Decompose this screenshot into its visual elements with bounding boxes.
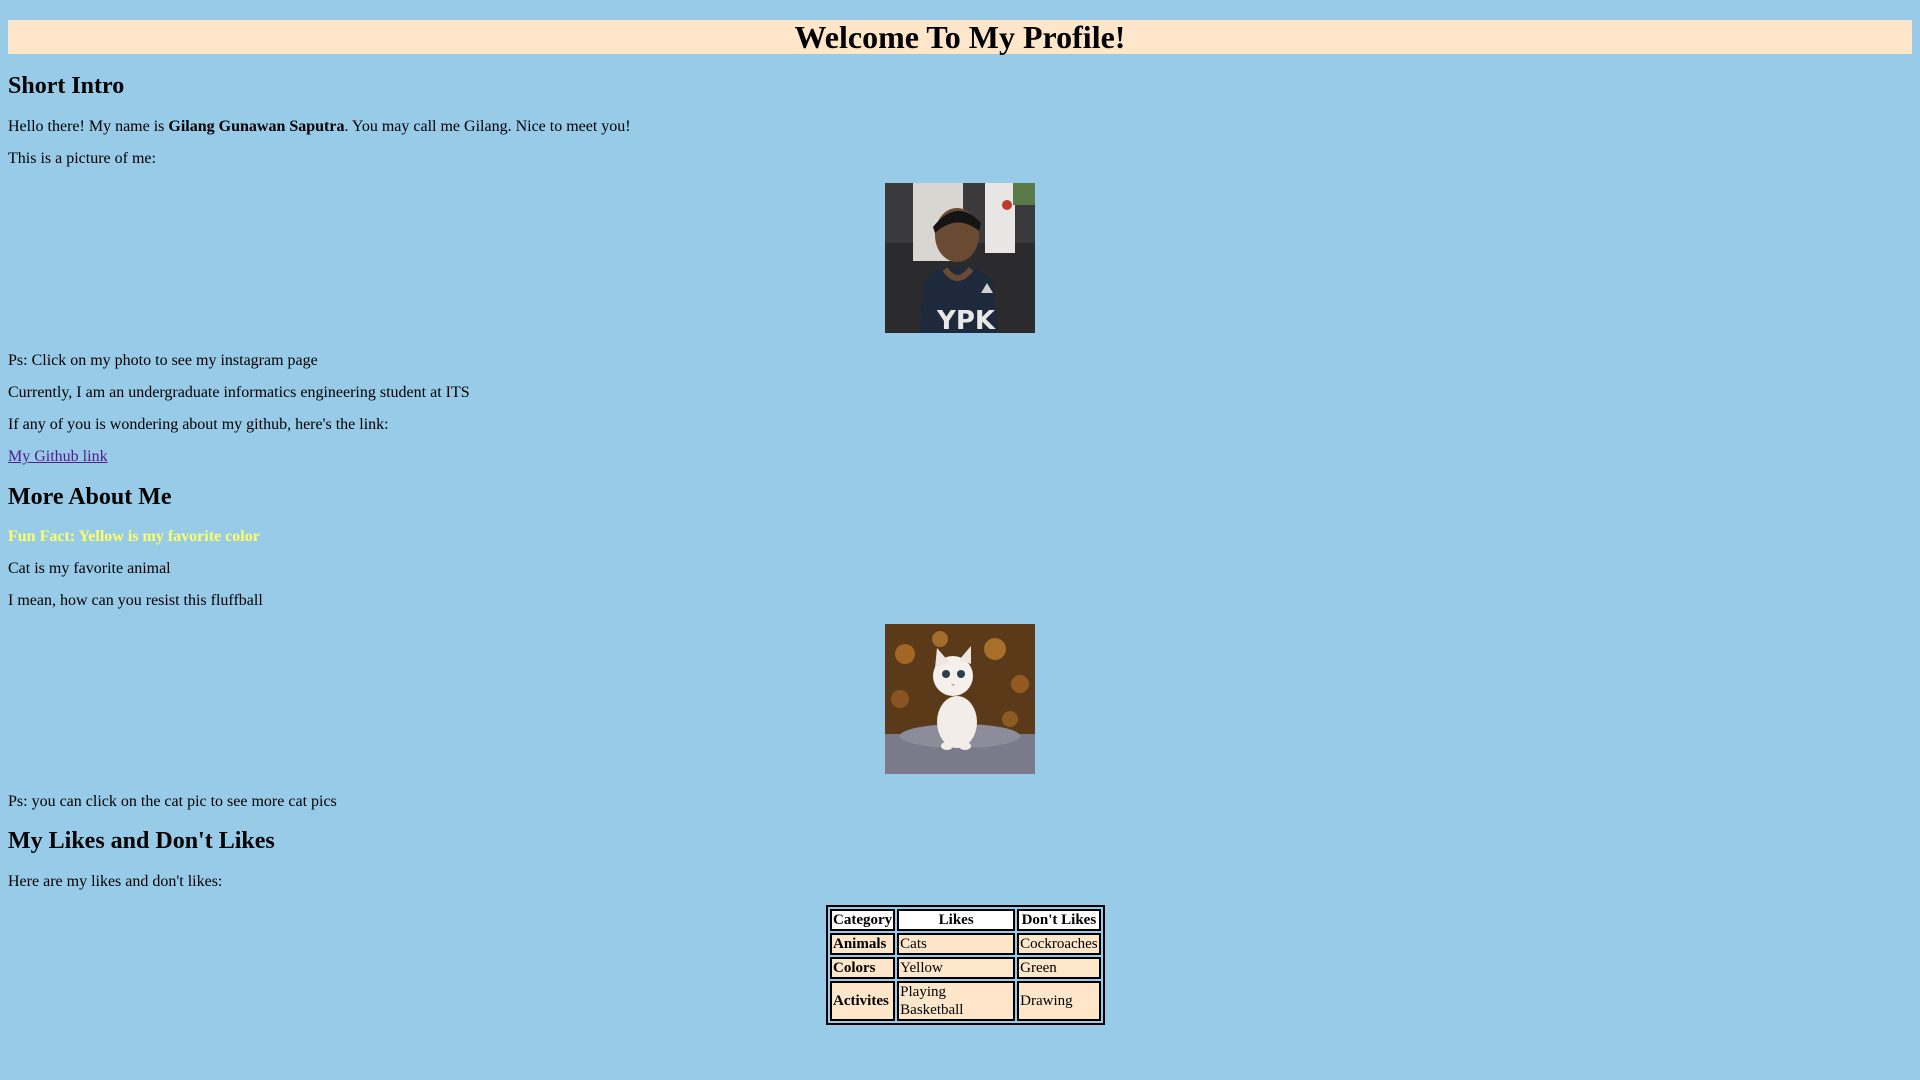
column-header: Category — [830, 909, 896, 931]
table-header-row: Category Likes Don't Likes — [830, 909, 1101, 931]
full-name: Gilang Gunawan Saputra — [168, 118, 345, 135]
profile-photo-link[interactable]: YPK — [885, 183, 1035, 333]
profile-page: Welcome To My Profile! Short Intro Hello… — [8, 0, 1912, 1025]
likes-cell: Playing Basketball — [897, 981, 1016, 1021]
page-title: Welcome To My Profile! — [794, 19, 1126, 55]
photo-note: Ps: Click on my photo to see my instagra… — [8, 352, 318, 369]
dislikes-cell: Green — [1017, 957, 1101, 979]
column-header: Likes — [897, 909, 1016, 931]
likes-table: Category Likes Don't Likes Animals Cats … — [826, 905, 1105, 1025]
column-header: Don't Likes — [1017, 909, 1101, 931]
picture-caption: This is a picture of me: — [8, 150, 156, 167]
likes-cell: Yellow — [897, 957, 1016, 979]
table-row: Colors Yellow Green — [830, 957, 1101, 979]
category-cell: Activites — [830, 981, 896, 1021]
more-about-me-heading: More About Me — [8, 484, 172, 510]
category-cell: Colors — [830, 957, 896, 979]
likes-heading: My Likes and Don't Likes — [8, 828, 275, 854]
cat-note: Ps: you can click on the cat pic to see … — [8, 793, 337, 810]
cat-photo — [885, 624, 1035, 774]
favorite-animal: Cat is my favorite animal — [8, 560, 171, 577]
greeting-suffix: . You may call me Gilang. Nice to meet y… — [344, 118, 631, 135]
greeting-text: Hello there! My name is Gilang Gunawan S… — [8, 118, 631, 136]
github-link[interactable]: My Github link — [8, 448, 108, 465]
short-intro-heading: Short Intro — [8, 73, 125, 99]
github-prompt: If any of you is wondering about my gith… — [8, 416, 389, 433]
table-row: Activites Playing Basketball Drawing — [830, 981, 1101, 1021]
cat-photo-link[interactable] — [885, 624, 1035, 774]
dislikes-cell: Cockroaches — [1017, 933, 1101, 955]
profile-photo: YPK — [885, 183, 1035, 333]
page-title-banner: Welcome To My Profile! — [8, 20, 1912, 54]
greeting-prefix: Hello there! My name is — [8, 118, 169, 135]
likes-intro: Here are my likes and don't likes: — [8, 873, 223, 890]
likes-cell: Cats — [897, 933, 1016, 955]
table-row: Animals Cats Cockroaches — [830, 933, 1101, 955]
resist-text: I mean, how can you resist this fluffbal… — [8, 592, 263, 609]
fun-fact: Fun Fact: Yellow is my favorite color — [8, 528, 260, 545]
dislikes-cell: Drawing — [1017, 981, 1101, 1021]
svg-text:YPK: YPK — [936, 306, 996, 333]
category-cell: Animals — [830, 933, 896, 955]
current-status: Currently, I am an undergraduate informa… — [8, 384, 470, 401]
